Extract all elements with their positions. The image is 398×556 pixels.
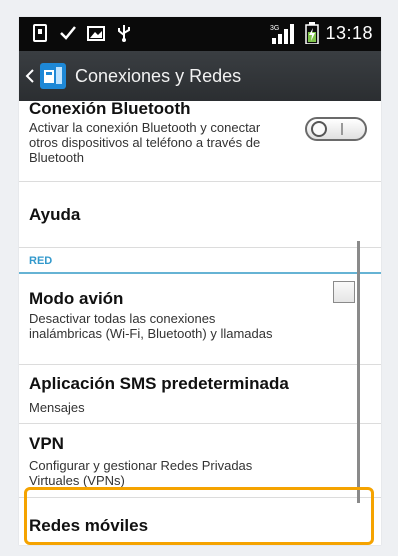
redes-moviles-title: Redes móviles (29, 516, 149, 535)
list-item-ayuda[interactable]: Ayuda (19, 182, 381, 248)
check-icon (60, 26, 76, 40)
scrollbar[interactable] (357, 241, 360, 503)
status-bar-left (31, 23, 133, 43)
section-label: RED (29, 255, 53, 267)
modo-avion-title: Modo avión (29, 289, 124, 308)
chevron-left-icon (25, 69, 34, 83)
ayuda-title: Ayuda (29, 205, 81, 224)
settings-app-icon[interactable] (39, 62, 67, 90)
bluetooth-toggle[interactable] (305, 117, 367, 141)
phone-screen: 3G 13:18 Conexiones y Redes Conexión Blu… (19, 17, 381, 545)
status-bar: 3G 13:18 (19, 17, 381, 51)
sms-title: Aplicación SMS predeterminada (29, 374, 289, 393)
list-item-bluetooth[interactable]: Conexión Bluetooth Activar la conexión B… (19, 101, 381, 182)
list-item-vpn[interactable]: VPN Configurar y gestionar Redes Privada… (19, 424, 381, 498)
modo-avion-checkbox[interactable] (333, 281, 355, 303)
screenshot-icon (87, 26, 105, 41)
settings-list[interactable]: Conexión Bluetooth Activar la conexión B… (19, 101, 381, 545)
modo-avion-subtitle: Desactivar todas las conexiones inalámbr… (29, 311, 273, 341)
sms-subtitle: Mensajes (29, 400, 85, 415)
list-item-modo-avion[interactable]: Modo avión Desactivar todas las conexion… (19, 274, 381, 365)
toggle-on-indicator (341, 123, 343, 135)
usb-icon (118, 25, 130, 42)
back-button[interactable] (23, 69, 37, 83)
signal-icon: 3G (270, 24, 295, 44)
list-item-sms[interactable]: Aplicación SMS predeterminada Mensajes (19, 365, 381, 424)
bluetooth-title: Conexión Bluetooth (29, 101, 191, 118)
page-title: Conexiones y Redes (75, 65, 242, 86)
status-time: 13:18 (325, 22, 373, 43)
status-bar-right: 3G 13:18 (269, 22, 373, 44)
toggle-off-indicator (311, 121, 327, 137)
action-bar: Conexiones y Redes (19, 51, 381, 101)
section-header-red: RED (19, 248, 381, 274)
vpn-title: VPN (29, 434, 64, 453)
list-item-redes-moviles[interactable]: Redes móviles (19, 498, 381, 545)
network-type-label: 3G (270, 25, 279, 32)
notification-icon (33, 24, 47, 42)
battery-charging-icon (305, 22, 320, 44)
bluetooth-subtitle: Activar la conexión Bluetooth y conectar… (29, 120, 261, 165)
vpn-subtitle: Configurar y gestionar Redes Privadas Vi… (29, 458, 253, 488)
